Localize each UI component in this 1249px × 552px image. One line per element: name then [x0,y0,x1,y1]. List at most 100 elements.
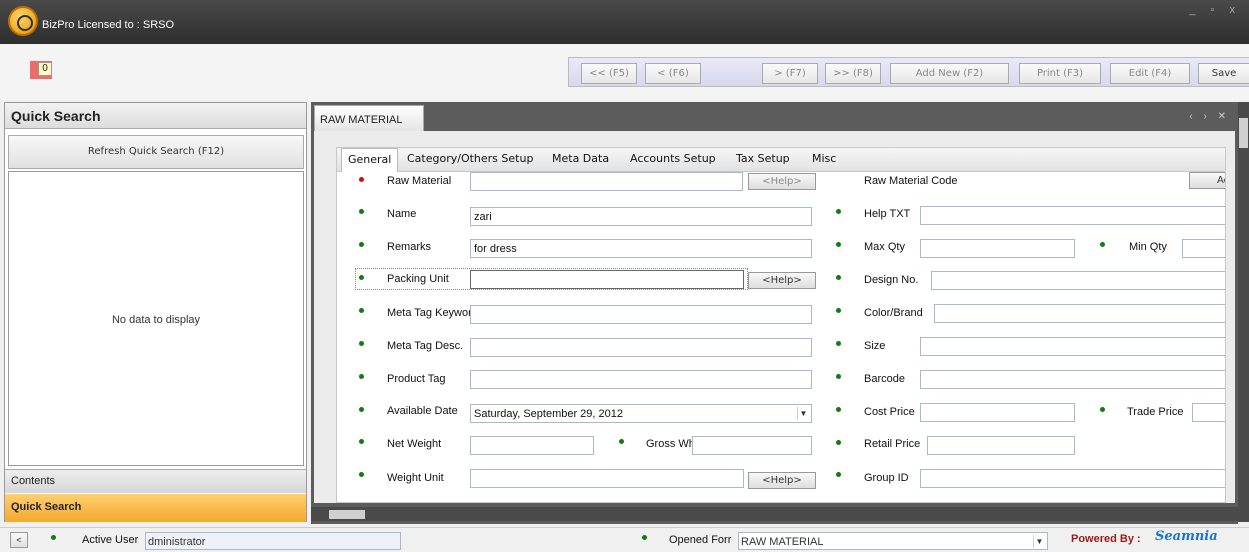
quick-search-list[interactable]: No data to display [8,171,304,466]
max-qty-input[interactable] [920,239,1075,258]
tab-accounts-setup[interactable]: Accounts Setup [630,152,716,165]
notification-counter[interactable]: 0 [30,61,52,79]
nav-toolbar: << (F5) < (F6) > (F7) >> (F8) Add New (F… [568,57,1249,87]
tab-meta-data[interactable]: Meta Data [552,152,609,165]
trade-price-input[interactable] [1192,403,1225,422]
design-no-label: Design No. [864,274,919,286]
field-indicator-icon [359,439,364,444]
chevron-down-icon[interactable]: ▼ [797,407,809,420]
field-indicator-icon [359,275,364,280]
add-new-button[interactable]: Add New (F2) [890,63,1009,84]
status-indicator-icon [51,535,56,540]
form-tabstrip: General Category/Others Setup Meta Data … [336,147,1226,173]
packing-unit-input[interactable] [470,270,744,289]
field-indicator-icon [1100,407,1105,412]
retail-price-input[interactable] [927,436,1075,455]
weight-unit-input[interactable] [470,469,744,488]
field-indicator-icon [359,209,364,214]
status-indicator-icon [642,535,647,540]
tab-misc[interactable]: Misc [812,152,836,165]
toolbar-area: 0 << (F5) < (F6) > (F7) >> (F8) Add New … [0,44,1249,100]
field-indicator-icon [836,209,841,214]
chevron-down-icon[interactable]: ▼ [1033,535,1045,548]
horizontal-scroll-thumb[interactable] [329,510,365,519]
prev-record-button[interactable]: < (F6) [645,63,701,84]
field-indicator-icon [836,242,841,247]
field-indicator-icon [1100,242,1105,247]
size-input[interactable] [920,337,1225,356]
cost-price-input[interactable] [920,403,1075,422]
field-indicator-icon [359,341,364,346]
name-label: Name [387,208,417,220]
retail-price-label: Retail Price [864,438,921,450]
color-brand-input[interactable] [934,304,1225,323]
help-txt-input[interactable] [920,206,1225,225]
first-record-button[interactable]: << (F5) [581,63,637,84]
gross-wht-input[interactable] [692,436,812,455]
document-window: RAW MATERIAL ‹ › ✕ General Category/Othe… [311,102,1238,524]
available-date-value: Saturday, September 29, 2012 [474,408,624,420]
field-indicator-icon [836,374,841,379]
group-id-input[interactable] [920,469,1225,488]
active-user-label: Active User [82,534,139,546]
required-indicator-icon [359,177,364,182]
app-title: BizPro Licensed to : SRSO [42,19,175,31]
available-date-label: Available Date [387,405,458,417]
product-tag-input[interactable] [470,370,812,389]
vertical-scroll-thumb[interactable] [1239,118,1248,148]
design-no-input[interactable] [931,271,1225,290]
field-indicator-icon [836,275,841,280]
edit-button[interactable]: Edit (F4) [1110,63,1190,84]
vertical-scrollbar[interactable] [1238,102,1249,522]
collapse-button[interactable]: < [10,532,28,548]
trade-price-label: Trade Price [1127,406,1184,418]
raw-material-doc-tab[interactable]: RAW MATERIAL [314,105,424,131]
min-qty-label: Min Qty [1129,241,1167,253]
doc-window-controls[interactable]: ‹ › ✕ [1189,111,1230,122]
opened-form-label: Opened Forr [669,534,732,546]
weight-unit-help-button[interactable]: <Help> [748,472,816,489]
meta-tag-keyword-input[interactable] [470,305,812,324]
print-button[interactable]: Print (F3) [1019,63,1101,84]
net-weight-input[interactable] [470,436,594,455]
field-indicator-icon [836,407,841,412]
quick-search-panel-tab[interactable]: Quick Search [5,494,306,522]
quick-search-title: Quick Search [5,103,306,129]
window-controls[interactable]: _ ▫ x [1189,4,1241,16]
barcode-input[interactable] [920,370,1225,389]
name-input[interactable]: zari [470,207,812,226]
field-indicator-icon [836,341,841,346]
next-record-button[interactable]: > (F7) [762,63,818,84]
field-indicator-icon [359,472,364,477]
save-button[interactable]: Save [1198,63,1249,84]
brand-logo: Seamnia [1155,529,1218,544]
field-indicator-icon [359,242,364,247]
add-code-button[interactable]: Ad [1189,172,1225,189]
min-qty-input[interactable] [1182,239,1225,258]
meta-tag-desc-input[interactable] [470,338,812,357]
tab-general[interactable]: General [341,148,399,173]
packing-unit-label: Packing Unit [387,273,449,285]
size-label: Size [864,340,886,352]
last-record-button[interactable]: >> (F8) [825,63,881,84]
raw-material-help-button[interactable]: <Help> [748,173,816,190]
counter-value: 0 [38,62,52,76]
opened-form-select[interactable]: RAW MATERIAL ▼ [738,532,1048,550]
meta-tag-keyword-label: Meta Tag Keyword [387,307,478,319]
gross-wht-label: Gross Wht [646,438,698,450]
available-date-picker[interactable]: Saturday, September 29, 2012 ▼ [470,404,812,423]
remarks-input[interactable]: for dress [470,239,812,258]
horizontal-scrollbar[interactable] [311,507,1238,521]
contents-panel-tab[interactable]: Contents [5,469,306,493]
raw-material-input[interactable] [470,172,743,191]
tab-tax-setup[interactable]: Tax Setup [736,152,790,165]
packing-unit-help-button[interactable]: <Help> [748,272,816,289]
remarks-label: Remarks [387,241,432,253]
field-indicator-icon [836,308,841,313]
quick-search-panel: Quick Search Refresh Quick Search (F12) … [4,102,307,522]
general-form: Raw Material <Help> Name zari Remarks fo… [336,172,1226,503]
bizpro-logo-icon[interactable] [8,6,38,36]
empty-list-text: No data to display [111,314,201,326]
refresh-quick-search-button[interactable]: Refresh Quick Search (F12) [8,135,304,169]
tab-category-others-setup[interactable]: Category/Others Setup [407,152,533,165]
